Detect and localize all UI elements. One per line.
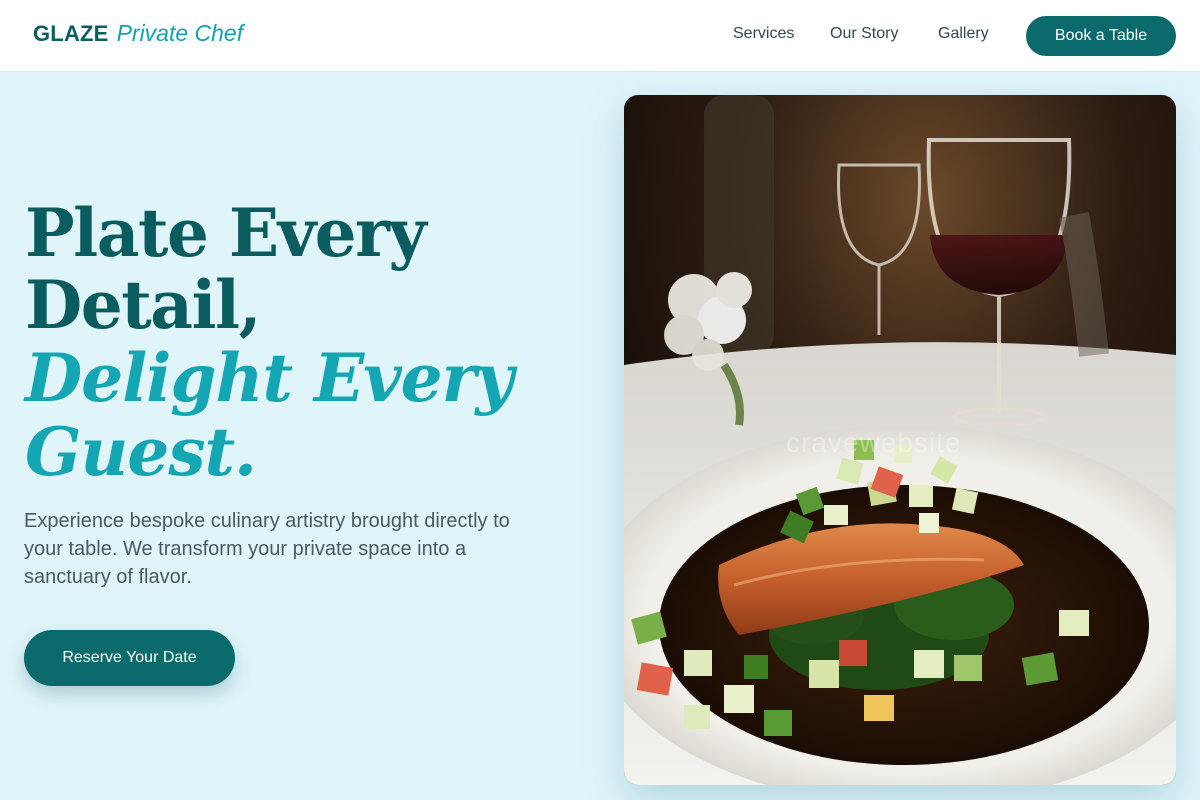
nav-link-our-story[interactable]: Our Story [830, 25, 898, 43]
brand-logo[interactable]: GLAZE Private Chef [33, 20, 243, 47]
reserve-date-button[interactable]: Reserve Your Date [24, 630, 235, 686]
nav-link-gallery[interactable]: Gallery [938, 25, 989, 43]
book-table-button[interactable]: Book a Table [1026, 16, 1176, 56]
hero-title-italic-2: Guest. [25, 413, 257, 491]
nav-link-services[interactable]: Services [733, 25, 794, 43]
hero-description: Experience bespoke culinary artistry bro… [24, 510, 510, 588]
brand-name: GLAZE [33, 21, 109, 46]
hero-title: Plate Every Detail, Delight Every Guest. [25, 197, 585, 489]
hero-title-line-2: Detail, [25, 266, 262, 344]
hero-title-line-1: Plate Every [25, 194, 427, 272]
hero-title-italic-1: Delight Every [25, 339, 514, 417]
watermark-text: cravewebsite [786, 427, 962, 458]
site-header: GLAZE Private Chef Services Our Story Ga… [0, 0, 1200, 72]
hero-food-photo: cravewebsite [624, 95, 1176, 785]
brand-tagline: Private Chef [116, 20, 244, 46]
